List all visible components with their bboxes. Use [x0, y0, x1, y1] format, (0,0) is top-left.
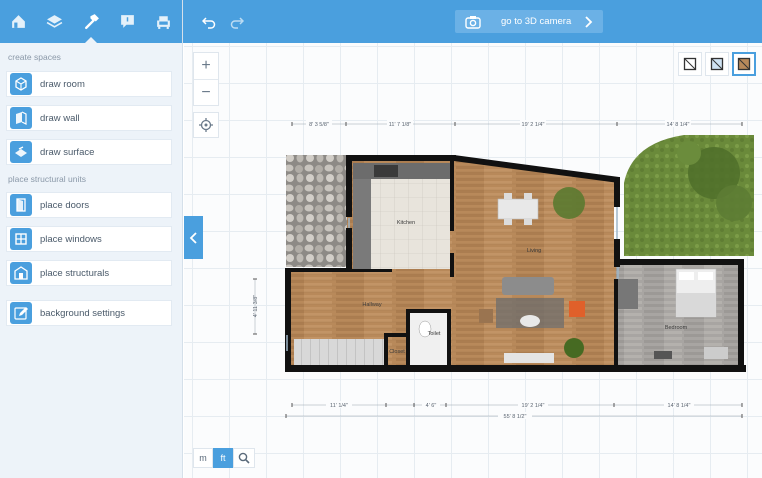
floorplan-canvas[interactable]: 8' 3 5/8" 11' 7 1/8" 19' 2 1/4" 14' 8 1/…: [184, 43, 762, 478]
edit-icon: [14, 307, 28, 320]
dimension-top: 8' 3 5/8" 11' 7 1/8" 19' 2 1/4" 14' 8 1/…: [291, 120, 743, 128]
draw-surface-label: draw surface: [40, 146, 95, 158]
room-label-closet: Closet: [389, 349, 405, 355]
sidebar-tabs: [0, 0, 182, 43]
create-spaces-heading: create spaces: [8, 52, 61, 62]
chevron-right-icon: [585, 15, 593, 28]
dim-bottom-2: 4' 6": [426, 403, 437, 409]
search-icon: [238, 452, 250, 464]
floor-plan: 8' 3 5/8" 11' 7 1/8" 19' 2 1/4" 14' 8 1/…: [253, 120, 754, 420]
bed: [675, 268, 717, 318]
stone-patio: [286, 155, 348, 267]
zoom-in-button[interactable]: +: [194, 53, 218, 79]
dim-top-1: 8' 3 5/8": [309, 122, 329, 128]
staircase: [294, 339, 386, 365]
floorplan-blueprint-icon: [710, 57, 724, 71]
draw-wall-label: draw wall: [40, 112, 80, 124]
place-windows-button[interactable]: place windows: [6, 226, 172, 252]
undo-button[interactable]: [199, 12, 219, 32]
dim-bottom-3: 19' 2 1/4": [522, 403, 545, 409]
house-icon: [11, 15, 25, 28]
structural-icon: [14, 266, 28, 280]
unit-feet-button[interactable]: ft: [213, 448, 233, 468]
dim-top-2: 11' 7 1/8": [389, 122, 412, 128]
place-windows-label: place windows: [40, 233, 102, 245]
view-mode-textured-button[interactable]: [732, 52, 756, 76]
camera-icon: [465, 15, 481, 29]
floorplan-textured-icon: [737, 57, 751, 71]
plus-icon: +: [201, 57, 211, 74]
armchair-orange: [569, 301, 585, 317]
hammer-icon: [84, 14, 99, 30]
dim-bottom-1: 11' 1/4": [330, 403, 348, 409]
plant-corner: [564, 338, 584, 358]
sofa: [502, 277, 554, 295]
dimension-bottom: 11' 1/4" 4' 6" 19' 2 1/4" 14' 8 1/4" 55'…: [285, 401, 743, 420]
redo-icon: [230, 17, 244, 29]
plant-living: [553, 187, 585, 219]
dim-top-4: 14' 8 1/4": [667, 122, 690, 128]
tab-build[interactable]: [73, 0, 109, 43]
place-doors-label: place doors: [40, 199, 90, 211]
go-to-3d-camera-button[interactable]: go to 3D camera: [455, 10, 603, 33]
collapse-sidebar-button[interactable]: [184, 216, 203, 259]
crosshair-icon: [199, 118, 213, 132]
undo-icon: [202, 17, 216, 29]
room-label-living: Living: [527, 248, 541, 254]
structural-units-heading: place structural units: [8, 174, 86, 184]
draw-room-button[interactable]: draw room: [6, 71, 172, 97]
surface-icon: [15, 146, 27, 157]
room-label-toilet: Toilet: [428, 331, 441, 337]
search-button[interactable]: [233, 448, 255, 468]
dimension-left: 4' 11 3/8": [253, 278, 259, 335]
sideboard: [504, 353, 554, 363]
view-mode-outline-button[interactable]: [678, 52, 702, 76]
room-icon: [15, 77, 27, 91]
unit-meters-button[interactable]: m: [193, 448, 213, 468]
room-label-kitchen: Kitchen: [397, 220, 415, 226]
wall-icon: [16, 111, 27, 125]
dim-total: 55' 8 1/2": [504, 414, 527, 420]
view-mode-buttons: [678, 52, 756, 76]
view-mode-blueprint-button[interactable]: [705, 52, 729, 76]
place-doors-button[interactable]: place doors: [6, 192, 172, 218]
place-structurals-label: place structurals: [40, 267, 110, 279]
toilet-room: [410, 313, 450, 365]
background-settings-button[interactable]: background settings: [6, 300, 172, 326]
minus-icon: −: [201, 83, 211, 101]
background-settings-label: background settings: [40, 307, 126, 319]
chevron-left-icon: [189, 231, 197, 244]
wardrobe: [618, 279, 638, 309]
draw-room-label: draw room: [40, 78, 85, 90]
dim-top-3: 19' 2 1/4": [522, 122, 545, 128]
floorplan-outline-icon: [683, 57, 697, 71]
tab-house[interactable]: [0, 0, 36, 43]
sidebar: create spaces draw room draw wall draw s…: [0, 0, 183, 478]
window-icon: [15, 233, 27, 245]
tab-comments[interactable]: [109, 0, 145, 43]
redo-button[interactable]: [227, 12, 247, 32]
camera-button-label: go to 3D camera: [501, 16, 572, 27]
zoom-controls: + −: [193, 52, 219, 106]
zoom-out-button[interactable]: −: [194, 79, 218, 105]
unit-toggle: m ft: [193, 448, 255, 468]
dim-left: 4' 11 3/8": [253, 295, 259, 318]
center-view-button[interactable]: [193, 112, 219, 138]
door-icon: [16, 198, 26, 212]
top-toolbar: go to 3D camera: [183, 0, 762, 43]
layers-icon: [46, 15, 63, 28]
tab-furniture[interactable]: [146, 0, 182, 43]
room-label-bedroom: Bedroom: [665, 325, 688, 331]
draw-wall-button[interactable]: draw wall: [6, 105, 172, 131]
tab-layers[interactable]: [36, 0, 72, 43]
comment-icon: [121, 15, 134, 28]
dim-bottom-4: 14' 8 1/4": [668, 403, 691, 409]
draw-surface-button[interactable]: draw surface: [6, 139, 172, 165]
room-label-hallway: Hallway: [362, 302, 382, 308]
place-structurals-button[interactable]: place structurals: [6, 260, 172, 286]
armchair-icon: [157, 16, 171, 29]
